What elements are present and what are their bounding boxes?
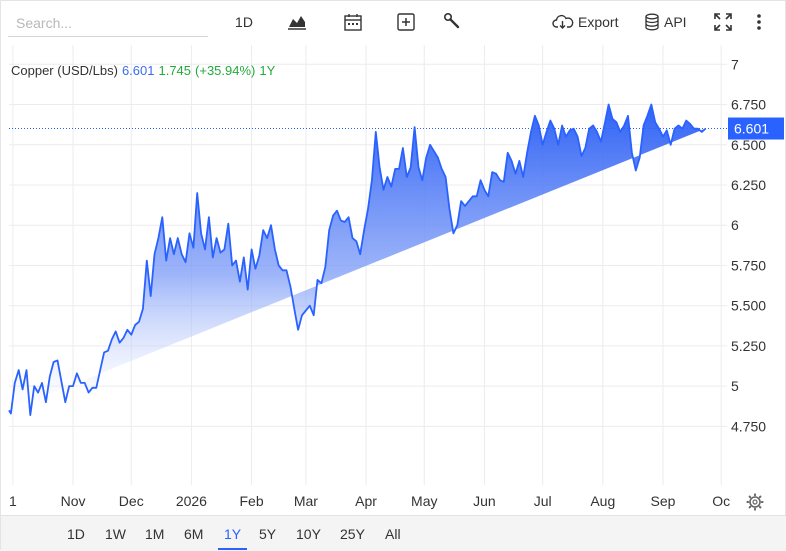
more-options-icon[interactable] [751, 11, 767, 33]
export-label: Export [578, 14, 619, 30]
range-button-6m[interactable]: 6M [184, 526, 203, 542]
x-tick-label: Jul [534, 493, 552, 509]
calendar-icon[interactable] [342, 11, 364, 33]
price-change-percent: (+35.94%) [195, 63, 256, 78]
api-label: API [664, 14, 687, 30]
range-button-1d[interactable]: 1D [67, 526, 85, 542]
toolbar: 1D Export API [1, 1, 786, 45]
y-tick-label: 7 [731, 56, 739, 72]
x-tick-label: Apr [355, 493, 377, 509]
range-selector: 1D 1W 1M 6M 1Y 5Y 10Y 25Y All [1, 515, 786, 551]
chart-widget: 1D Export API [0, 0, 786, 551]
range-button-1y[interactable]: 1Y [217, 526, 248, 550]
x-tick-label: Mar [294, 493, 318, 509]
last-price: 6.601 [121, 63, 155, 78]
last-price-tag: 6.601 [728, 117, 784, 140]
y-tick-label: 4.750 [731, 418, 766, 434]
interval-button[interactable]: 1D [231, 11, 257, 33]
y-tick-label: 6.750 [731, 97, 766, 113]
range-button-1w[interactable]: 1W [105, 526, 126, 542]
last-price-tag-label: 6.601 [734, 121, 769, 137]
search-input[interactable] [8, 9, 208, 37]
legend-period: 1Y [259, 63, 276, 78]
range-button-5y[interactable]: 5Y [259, 526, 276, 542]
x-tick-label: May [411, 493, 437, 509]
y-tick-label: 6.250 [731, 177, 766, 193]
chart-legend: Copper (USD/Lbs) 6.601 1.745 (+35.94%) 1Y [11, 63, 279, 78]
y-tick-label: 5.500 [731, 298, 766, 314]
price-chart[interactable]: 4.75055.2505.5005.75066.2506.5006.7507 1… [1, 45, 786, 515]
y-tick-label: 5 [731, 378, 739, 394]
add-indicator-icon[interactable] [395, 11, 417, 33]
y-tick-label: 5.250 [731, 338, 766, 354]
chart-area[interactable]: 4.750 5 5.250 5.500 5.750 6 6.250 6.500 6.750 7 1… [1, 45, 786, 515]
price-area [9, 104, 706, 416]
x-tick-label: Dec [119, 493, 144, 509]
instrument-name: Copper (USD/Lbs) [11, 63, 118, 78]
y-tick-label: 5.750 [731, 257, 766, 273]
range-button-10y[interactable]: 10Y [296, 526, 321, 542]
price-change: 1.745 [158, 63, 192, 78]
x-tick-label: Sep [651, 493, 676, 509]
api-button[interactable]: API [644, 11, 692, 33]
y-axis: 4.75055.2505.5005.75066.2506.5006.7507 [731, 56, 766, 434]
x-tick-label: 1 [9, 493, 17, 509]
y-tick-label: 6 [731, 217, 739, 233]
x-tick-label: Jun [473, 493, 496, 509]
database-icon [645, 13, 659, 31]
x-axis: 1 Nov Dec 2026 Feb Mar Apr May Jun Jul Aug Sep Oc [9, 493, 730, 509]
cloud-download-icon [552, 14, 574, 29]
range-button-all[interactable]: All [385, 526, 401, 542]
range-button-25y[interactable]: 25Y [340, 526, 365, 542]
x-tick-label: Feb [240, 493, 264, 509]
settings-icon[interactable] [746, 493, 764, 511]
chart-type-icon[interactable] [286, 11, 308, 33]
fullscreen-icon[interactable] [712, 11, 734, 33]
x-tick-label: Oc [712, 493, 730, 509]
wrench-icon[interactable] [441, 11, 463, 33]
x-tick-label: 2026 [176, 493, 207, 509]
x-tick-label: Aug [590, 493, 615, 509]
x-tick-label: Nov [61, 493, 86, 509]
range-button-1m[interactable]: 1M [145, 526, 164, 542]
export-button[interactable]: Export [552, 11, 626, 33]
